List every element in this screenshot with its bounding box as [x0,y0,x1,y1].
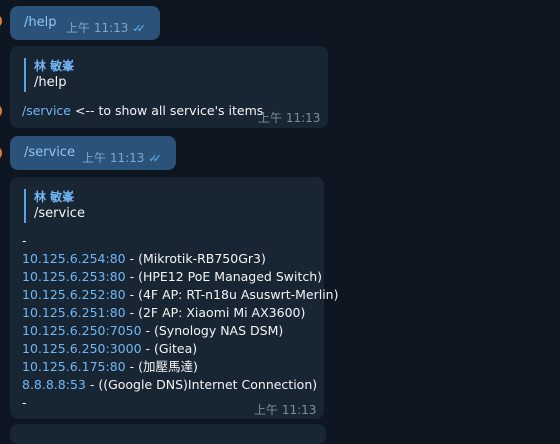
service-address-link[interactable]: 10.125.6.251:80 [22,305,126,320]
message-time: 上午 11:13 ✓✓ [66,21,146,35]
avatar[interactable] [0,146,2,160]
message-text: /service <-- to show all service's items [22,102,263,120]
service-item: 10.125.6.250:3000 - (Gitea) [22,340,197,358]
message-bubble-outgoing[interactable]: /service 上午 11:13 ✓✓ [10,136,176,170]
service-item: 8.8.8.8:53 - ((Google DNS)Internet Conne… [22,376,317,394]
command-link[interactable]: /service [22,103,71,118]
service-item: 10.125.6.250:7050 - (Synology NAS DSM) [22,322,283,340]
message-bubble-incoming[interactable] [10,424,326,444]
service-description: - (加壓馬達) [125,359,198,374]
service-description: - (Gitea) [141,341,198,356]
service-description: - (HPE12 PoE Managed Switch) [125,269,323,284]
double-check-icon: ✓✓ [132,22,146,35]
service-address-link[interactable]: 10.125.6.252:80 [22,287,126,302]
reply-sender-name: 林 敏峯 [34,59,75,73]
service-item: 10.125.6.175:80 - (加壓馬達) [22,358,198,376]
service-item: 10.125.6.254:80 - (Mikrotik-RB750Gr3) [22,250,266,268]
message-bubble-incoming[interactable]: 林 敏峯 /service - 10.125.6.254:80 - (Mikro… [10,177,338,419]
service-address-link[interactable]: 8.8.8.8:53 [22,377,86,392]
service-address-link[interactable]: 10.125.6.175:80 [22,359,126,374]
reply-sender-name: 林 敏峯 [34,190,75,204]
message-bubble-incoming[interactable]: 林 敏峯 /help /service <-- to show all serv… [10,46,328,128]
reply-text: /service [34,206,85,221]
command-link[interactable]: /service [24,145,75,160]
message-time: 上午 11:13 ✓✓ [82,151,162,165]
service-description: - (2F AP: Xiaomi Mi AX3600) [125,305,306,320]
service-description: - (Mikrotik-RB750Gr3) [125,251,266,266]
service-description: - (4F AP: RT-n18u Asuswrt-Merlin) [125,287,339,302]
message-bubble-outgoing[interactable]: /help 上午 11:13 ✓✓ [10,6,160,40]
message-time: 上午 11:13 [254,403,317,417]
message-time: 上午 11:13 [258,111,321,125]
service-description: - ((Google DNS)Internet Connection) [85,377,318,392]
service-address-link[interactable]: 10.125.6.254:80 [22,251,126,266]
service-item: 10.125.6.253:80 - (HPE12 PoE Managed Swi… [22,268,322,286]
service-item: 10.125.6.252:80 - (4F AP: RT-n18u Asuswr… [22,286,338,304]
message-body: <-- to show all service's items [74,103,264,118]
service-address-link[interactable]: 10.125.6.253:80 [22,269,126,284]
reply-quote[interactable]: 林 敏峯 /service [24,189,85,223]
separator-text: - [22,233,27,248]
avatar[interactable] [0,104,2,118]
service-address-link[interactable]: 10.125.6.250:3000 [22,341,142,356]
double-check-icon: ✓✓ [148,152,162,165]
separator-text: - [22,395,27,410]
service-item: 10.125.6.251:80 - (2F AP: Xiaomi Mi AX36… [22,304,305,322]
command-link[interactable]: /help [24,15,56,30]
service-address-link[interactable]: 10.125.6.250:7050 [22,323,142,338]
avatar[interactable] [0,14,2,28]
reply-text: /help [34,75,67,90]
service-description: - (Synology NAS DSM) [141,323,284,338]
reply-quote[interactable]: 林 敏峯 /help [24,58,74,92]
